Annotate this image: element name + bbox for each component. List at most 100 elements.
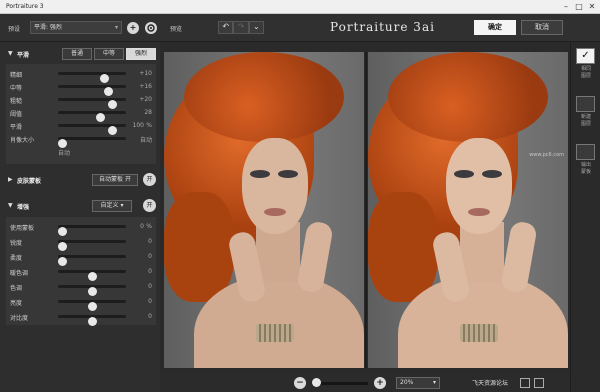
gear-icon[interactable] [145,22,157,34]
slider-track[interactable] [58,270,126,281]
history-dropdown[interactable]: ⌄ [248,21,264,34]
enhance-mode-value: 自定义 [100,202,119,209]
slider-label: 中等 [10,85,23,92]
preset-medium-button[interactable]: 中等 [94,48,124,60]
chevron-down-icon: ▾ [114,24,118,31]
preset-strong-button[interactable]: 强烈 [126,48,156,60]
slider-value: 自动 [139,137,152,144]
eye-shape [250,170,270,178]
slider-tint[interactable]: 色调 0 [6,280,156,296]
bracelet-shape [460,324,498,342]
preset-normal-button[interactable]: 普通 [62,48,92,60]
slider-coarse[interactable]: 粗糙 +20 [6,93,156,109]
add-preset-button[interactable]: + [127,22,139,34]
history-controls: ↶ ↷ ⌄ [218,21,264,34]
slider-track[interactable] [58,72,126,83]
cancel-button[interactable]: 取消 [521,20,563,35]
skin-mask-header[interactable]: ▶ 皮肤蒙板 自动蒙板 开 开 [6,172,158,188]
slider-use-mask[interactable]: 使用蒙板 0 % [6,220,156,236]
minimize-button[interactable]: – [560,2,572,12]
zoom-level-dropdown[interactable]: 20% ▾ [396,377,440,389]
slider-track[interactable] [58,85,126,96]
slider-track[interactable] [58,137,126,148]
close-button[interactable]: ✕ [586,2,598,12]
split-view-icon[interactable] [520,378,530,388]
undo-button[interactable]: ↶ [218,21,234,34]
zoom-level-value: 20% [400,379,414,386]
new-layer-checkbox[interactable] [576,96,595,112]
hair-shape [184,52,344,142]
same-layer-checkbox[interactable]: ✓ [576,48,595,64]
slider-track[interactable] [58,225,126,236]
zoom-in-button[interactable]: + [374,377,386,389]
slider-track[interactable] [58,255,126,266]
slider-track[interactable] [58,240,126,251]
slider-medium[interactable]: 中等 +16 [6,80,156,96]
slider-softness[interactable]: 柔度 0 [6,250,156,266]
slider-track[interactable] [58,124,126,135]
window-title: Portraiture 3 [6,3,44,10]
chevron-down-icon: ▼ [8,202,13,209]
slider-label: 粗糙 [10,98,23,105]
slider-thumb[interactable] [58,139,67,148]
slider-value: 0 [148,313,152,320]
output-mask-checkbox[interactable] [576,144,595,160]
before-image[interactable] [164,52,364,368]
slider-track[interactable] [58,285,126,296]
slider-value: +16 [139,83,152,90]
gear-icon-graphic [147,24,155,32]
ok-button[interactable]: 确定 [474,20,516,35]
slider-thumb[interactable] [87,317,97,326]
app-logo: Portraiture 3ai [330,20,435,34]
preview-area[interactable]: www.pc6.com [160,42,570,374]
slider-smooth[interactable]: 平滑 100 % [6,119,156,135]
lips-shape [264,208,286,216]
slider-value: +20 [139,96,152,103]
enhance-toggle[interactable]: 开 [143,199,156,212]
slider-value: 100 [132,122,144,129]
hair-shape [368,192,438,302]
single-view-icon[interactable] [534,378,544,388]
slider-value: 0 [148,253,152,260]
preset-label: 预设 [8,26,21,33]
slider-value: 28 [144,109,152,116]
eye-shape [482,170,502,178]
skin-mask-toggle[interactable]: 开 [143,173,156,186]
smoothing-header[interactable]: ▼ 平滑 普通 中等 强烈 [6,46,158,62]
zoom-slider-track[interactable] [313,382,368,385]
slider-track[interactable] [58,300,126,311]
redo-button[interactable]: ↷ [233,21,249,34]
auto-mask-button[interactable]: 自动蒙板 开 [92,174,138,186]
enhance-mode-dropdown[interactable]: 自定义 ▾ [92,200,132,212]
output-mask-label: 输出 蒙板 [580,162,591,175]
eye-shape [278,170,298,178]
face-shape [446,138,512,234]
site-watermark: 飞天资源论坛 [472,380,509,387]
slider-contrast[interactable]: 对比度 0 [6,310,156,326]
zoom-slider-thumb[interactable] [312,378,321,387]
preview-label: 预览 [170,26,183,33]
split-divider[interactable] [365,52,367,368]
slider-track[interactable] [58,98,126,109]
slider-brightness[interactable]: 亮度 0 [6,295,156,311]
enhance-header[interactable]: ▼ 增强 自定义 ▾ 开 [6,198,158,214]
bracelet-shape [256,324,294,342]
portrait-size-auto-label: 自动 [58,150,71,157]
slider-fine[interactable]: 精细 +10 [6,67,156,83]
chevron-right-icon: ▶ [8,176,13,183]
zoom-out-button[interactable]: − [294,377,306,389]
slider-sharpness[interactable]: 锐度 0 [6,235,156,251]
slider-value: 0 [140,223,144,230]
preset-dropdown[interactable]: 平滑: 强烈 ▾ [30,21,122,34]
face-shape [242,138,308,234]
slider-threshold[interactable]: 阈值 28 [6,106,156,122]
slider-label: 锐度 [10,240,23,247]
after-image[interactable]: www.pc6.com [368,52,568,368]
slider-warmth[interactable]: 暖色调 0 [6,265,156,281]
maximize-button[interactable]: □ [573,2,585,12]
slider-label: 肖像大小 [10,137,35,144]
slider-track[interactable] [58,315,126,326]
slider-value: 0 [148,238,152,245]
slider-track[interactable] [58,111,126,122]
slider-portrait-size[interactable]: 肖像大小 自动 [6,132,156,148]
